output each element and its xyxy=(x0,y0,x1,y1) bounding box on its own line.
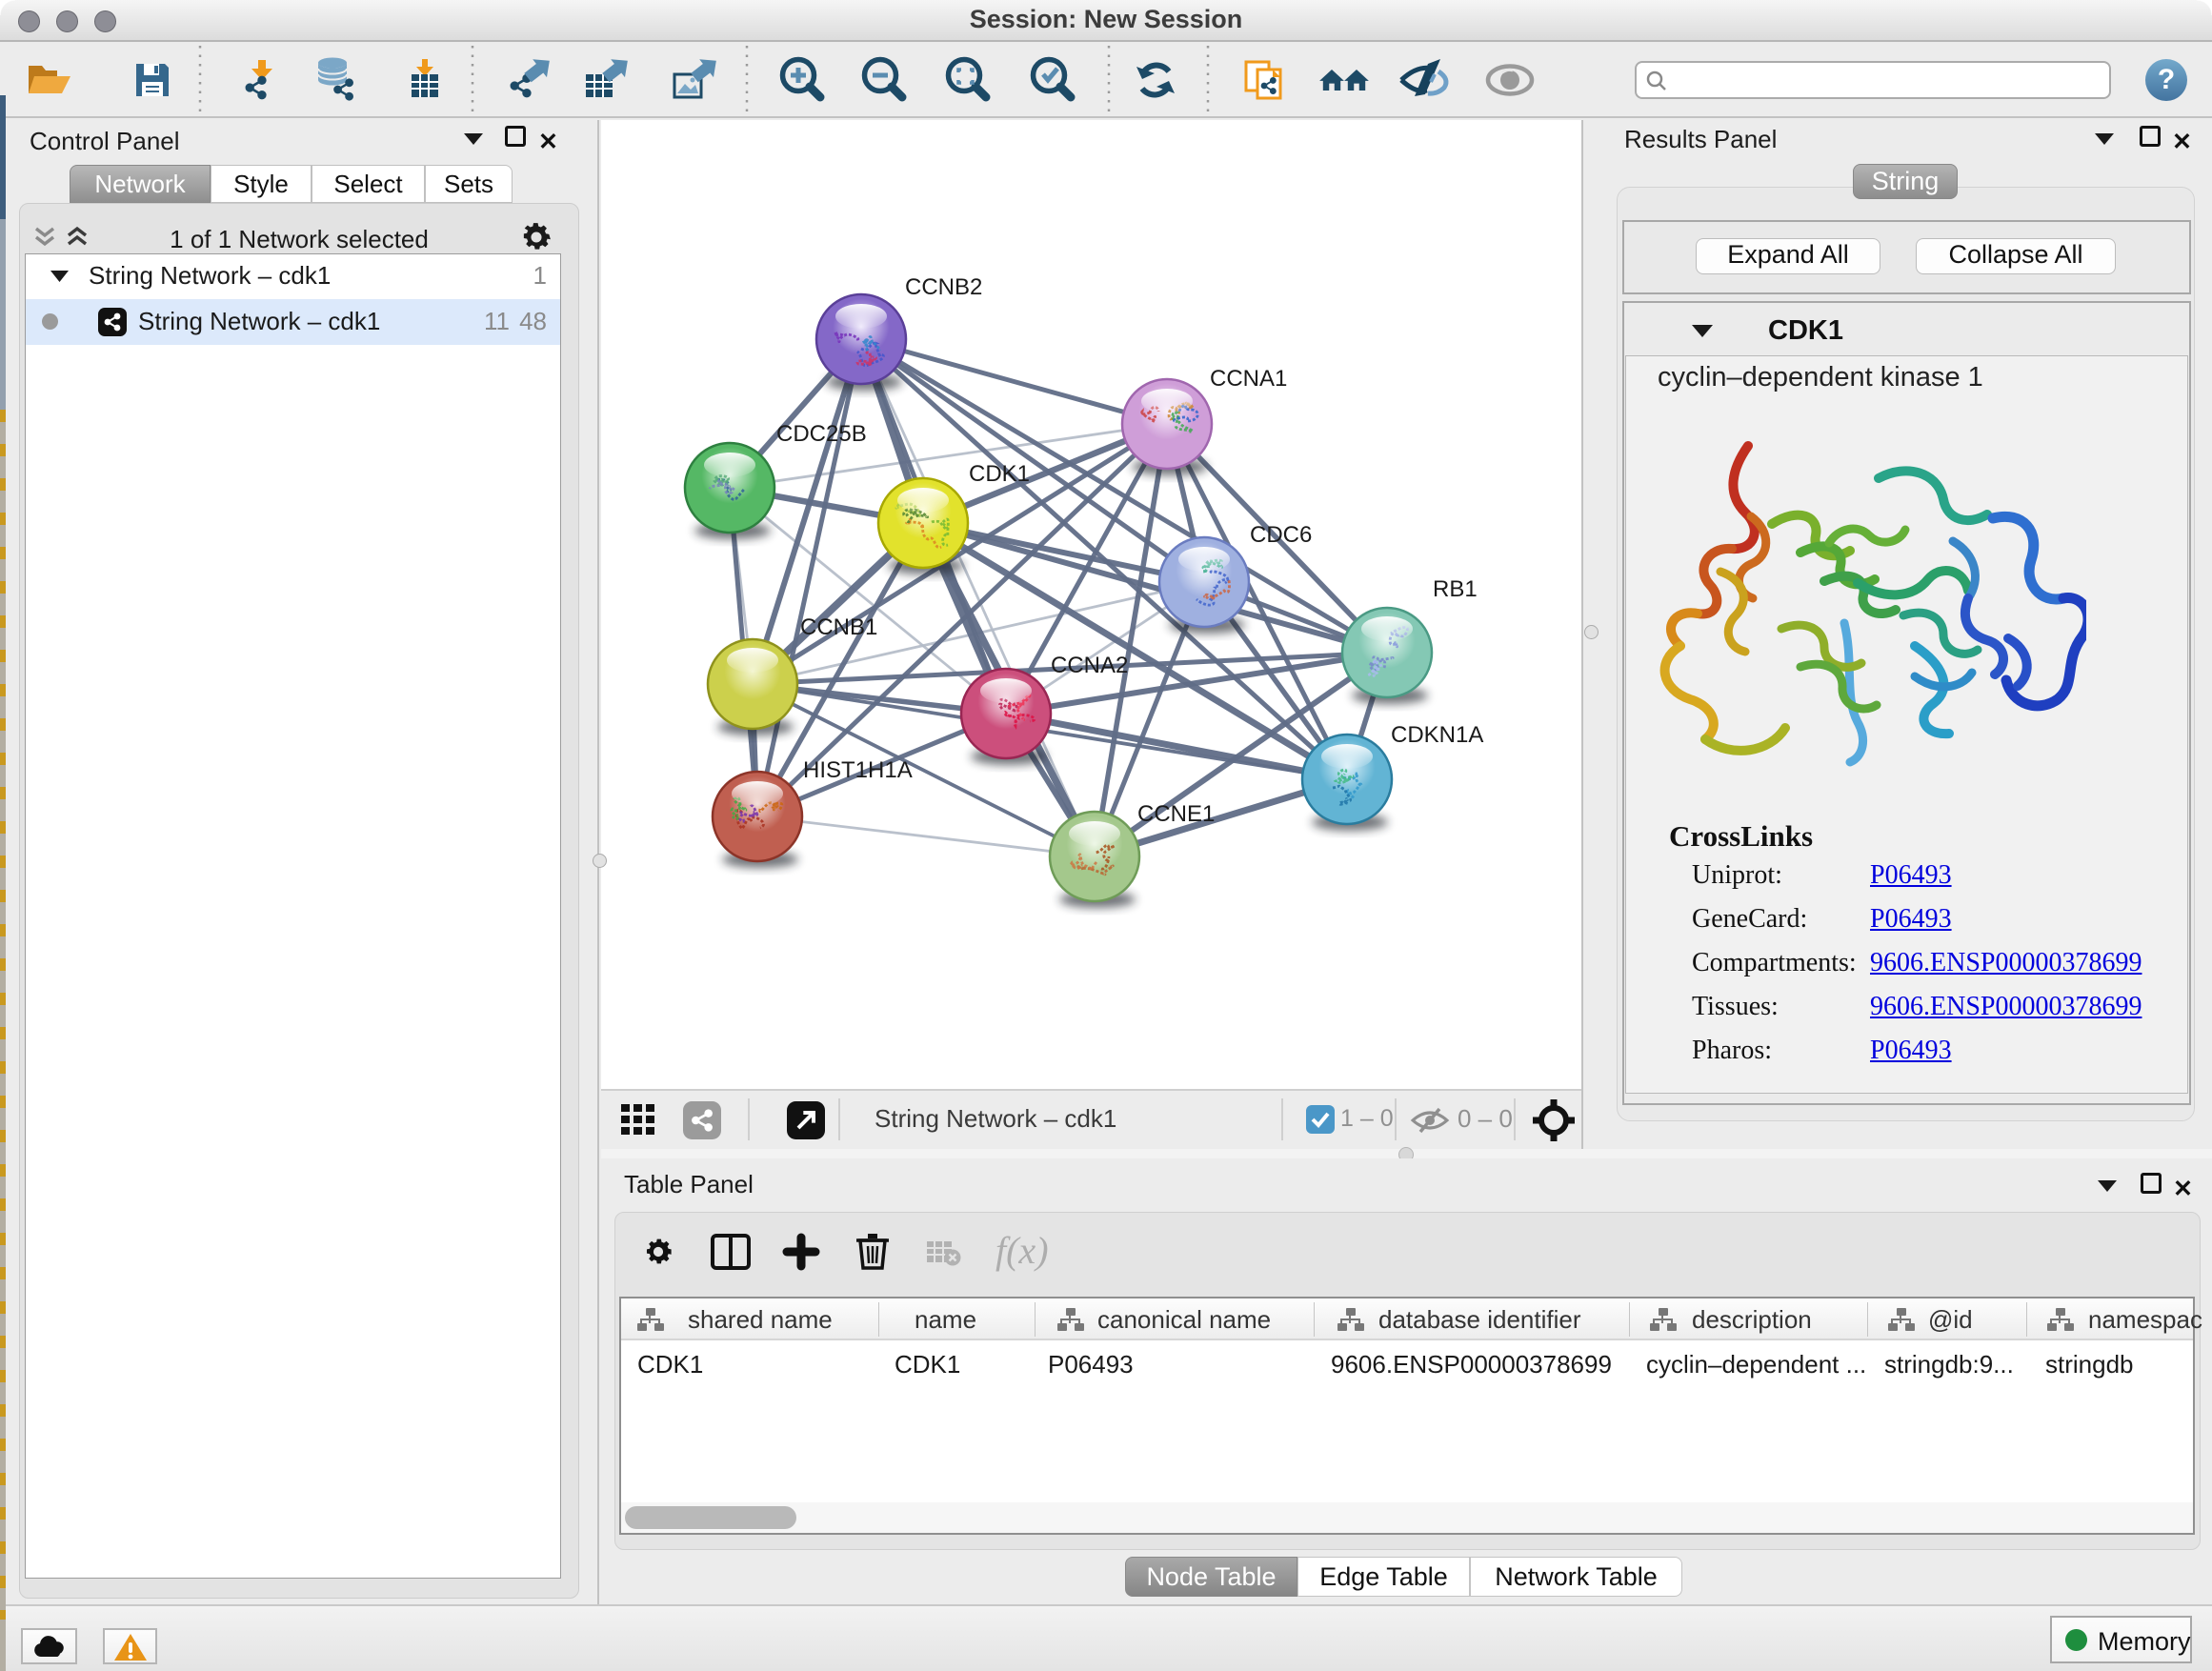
svg-text:CCNB1: CCNB1 xyxy=(800,614,877,640)
svg-text:HIST1H1A: HIST1H1A xyxy=(803,757,913,783)
svg-text:CDK1: CDK1 xyxy=(969,461,1030,487)
svg-text:CDC25B: CDC25B xyxy=(776,421,867,447)
svg-text:RB1: RB1 xyxy=(1433,576,1478,602)
svg-text:CCNE1: CCNE1 xyxy=(1137,801,1215,827)
svg-text:CCNA2: CCNA2 xyxy=(1051,653,1128,678)
svg-text:CCNB2: CCNB2 xyxy=(905,274,982,300)
svg-text:CDC6: CDC6 xyxy=(1250,522,1312,548)
svg-text:f(x): f(x) xyxy=(995,1229,1049,1272)
svg-text:CCNA1: CCNA1 xyxy=(1210,366,1287,392)
svg-text:CDKN1A: CDKN1A xyxy=(1391,722,1483,748)
